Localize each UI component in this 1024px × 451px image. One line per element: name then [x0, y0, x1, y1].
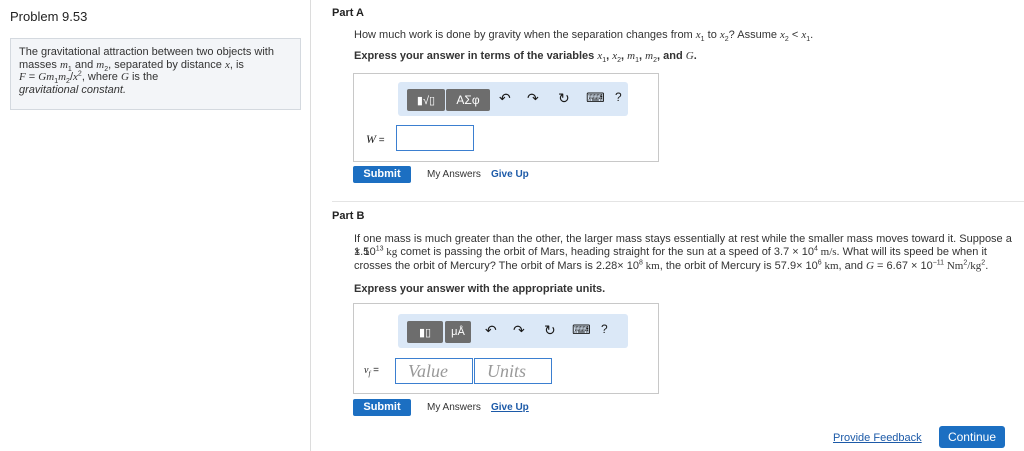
problem-intro: The gravitational attraction between two…	[10, 38, 301, 110]
part-a-label: Part A	[332, 7, 364, 19]
part-a-instruction: Express your answer in terms of the vari…	[354, 50, 697, 65]
redo-icon[interactable]: ↷	[527, 90, 539, 107]
intro-line-1: The gravitational attraction between two…	[19, 46, 274, 58]
part-b-toolbar: ▮▯ μÅ ↶ ↷ ↻ ⌨ ?	[398, 314, 628, 348]
intro-line-3: F = Gm1m2/x2, where G is the	[19, 70, 159, 86]
undo-icon[interactable]: ↶	[485, 322, 497, 339]
greek-symbols-button[interactable]: ΑΣφ	[446, 89, 490, 111]
part-b-give-up-link[interactable]: Give Up	[491, 402, 529, 413]
part-a-answer-box: ▮√▯ ΑΣφ ↶ ↷ ↻ ⌨ ? W =	[353, 73, 659, 162]
keyboard-icon[interactable]: ⌨	[572, 322, 591, 338]
templates-button[interactable]: ▮▯	[407, 321, 443, 343]
continue-button[interactable]: Continue	[939, 426, 1005, 448]
part-b-question-line-3: crosses the orbit of Mercury? The orbit …	[354, 259, 989, 272]
work-variable-label: W =	[366, 132, 385, 146]
help-icon[interactable]: ?	[615, 90, 622, 104]
part-a-question: How much work is done by gravity when th…	[354, 29, 814, 44]
problem-main: Part A How much work is done by gravity …	[311, 0, 1024, 451]
intro-line-4: gravitational constant.	[19, 83, 127, 96]
part-b-my-answers-link[interactable]: My Answers	[427, 402, 481, 413]
units-button[interactable]: μÅ	[445, 321, 471, 343]
problem-sidebar: Problem 9.53 The gravitational attractio…	[0, 0, 311, 451]
templates-button[interactable]: ▮√▯	[407, 89, 445, 111]
reset-icon[interactable]: ↻	[544, 322, 556, 339]
part-b-instruction: Express your answer with the appropriate…	[354, 283, 606, 295]
reset-icon[interactable]: ↻	[558, 90, 570, 107]
provide-feedback-link[interactable]: Provide Feedback	[833, 432, 922, 444]
speed-variable-label: vf =	[364, 365, 380, 378]
redo-icon[interactable]: ↷	[513, 322, 525, 339]
problem-title: Problem 9.53	[10, 9, 88, 24]
help-icon[interactable]: ?	[601, 322, 608, 336]
part-a-my-answers-link[interactable]: My Answers	[427, 169, 481, 180]
units-input[interactable]: Units	[474, 358, 552, 384]
keyboard-icon[interactable]: ⌨	[586, 90, 605, 106]
part-b-answer-box: ▮▯ μÅ ↶ ↷ ↻ ⌨ ? vf = Value Units	[353, 303, 659, 394]
part-divider	[332, 201, 1024, 202]
part-a-give-up-link[interactable]: Give Up	[491, 169, 529, 180]
work-answer-input[interactable]	[396, 125, 474, 151]
part-a-submit-button[interactable]: Submit	[353, 166, 411, 183]
undo-icon[interactable]: ↶	[499, 90, 511, 107]
intro-line-2: masses m1 and m2, separated by distance …	[19, 58, 244, 73]
value-input[interactable]: Value	[395, 358, 473, 384]
part-b-label: Part B	[332, 210, 365, 222]
part-b-submit-button[interactable]: Submit	[353, 399, 411, 416]
part-b-question-line-2: × 1013 kg comet is passing the orbit of …	[354, 245, 987, 258]
part-a-toolbar: ▮√▯ ΑΣφ ↶ ↷ ↻ ⌨ ?	[398, 82, 628, 116]
